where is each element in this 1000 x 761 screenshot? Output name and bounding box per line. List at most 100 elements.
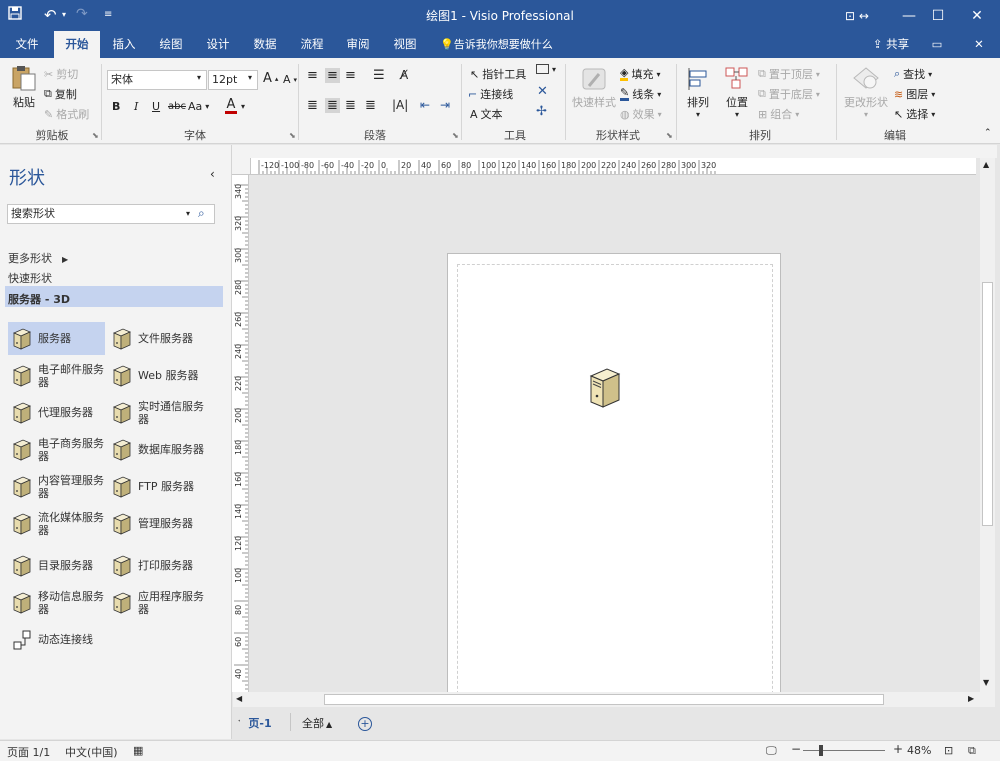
tab-draw[interactable]: 绘图 bbox=[150, 31, 192, 58]
horizontal-ruler[interactable]: -120 -100 -80 -60 -40 -20 0 20 40 60 80 100 120 140 16… bbox=[251, 158, 976, 175]
presentation-mode-icon[interactable]: 🖵 bbox=[766, 744, 777, 758]
underline-button[interactable]: U bbox=[152, 100, 160, 113]
clipboard-launcher-icon[interactable]: ⬊ bbox=[92, 131, 99, 140]
find-button[interactable]: ⌕ 查找 ▾ bbox=[894, 66, 932, 82]
bring-to-front-button[interactable]: ⧉ 置于顶层 ▾ bbox=[758, 66, 820, 82]
server-shape-on-page[interactable] bbox=[587, 366, 623, 410]
align-right-icon[interactable]: ≣ bbox=[345, 98, 356, 113]
stencil-shape-item[interactable]: 打印服务器 bbox=[108, 549, 213, 582]
position-button[interactable]: 位置 ▾ bbox=[724, 66, 750, 119]
justify-icon[interactable]: ≣ bbox=[365, 98, 376, 113]
line-button[interactable]: ✎ 线条 ▾ bbox=[620, 86, 661, 102]
cut-button[interactable]: ✂ 剪切 bbox=[44, 66, 78, 82]
connector-button[interactable]: ⌐ 连接线 bbox=[468, 86, 513, 102]
quick-styles-button[interactable]: 快速样式 bbox=[572, 66, 616, 110]
delete-connector-icon[interactable]: ✕ bbox=[537, 84, 548, 99]
switch-windows-icon[interactable]: ⧉ bbox=[968, 744, 976, 758]
quick-shapes-item[interactable]: 快速形状 bbox=[8, 270, 52, 286]
vertical-ruler[interactable]: 340 320 300 280 260 240 220 200 180 160 140 120 100 8… bbox=[232, 175, 249, 692]
zoom-in-button[interactable]: + bbox=[893, 742, 903, 756]
tab-view[interactable]: 视图 bbox=[384, 31, 426, 58]
align-left-icon[interactable]: ≣ bbox=[307, 98, 318, 113]
drawing-page[interactable] bbox=[447, 253, 781, 692]
layers-button[interactable]: ≋ 图层 ▾ bbox=[894, 86, 935, 102]
change-case-button[interactable]: Aa ▾ bbox=[188, 100, 209, 113]
chevron-down-icon[interactable]: ▾ bbox=[241, 102, 245, 111]
language-status[interactable]: 中文(中国) bbox=[65, 744, 118, 760]
stencil-shape-item[interactable]: 流化媒体服务器 bbox=[8, 507, 105, 540]
stencil-shape-item[interactable]: 移动信息服务器 bbox=[8, 586, 105, 619]
page-tab-1[interactable]: 页-1 bbox=[240, 715, 280, 731]
select-button[interactable]: ↖ 选择 ▾ bbox=[894, 106, 935, 122]
group-button[interactable]: ⊞ 组合 ▾ bbox=[758, 106, 799, 122]
stencil-shape-item[interactable]: 电子商务服务器 bbox=[8, 433, 105, 466]
text-tool-button[interactable]: A 文本 bbox=[470, 106, 503, 122]
tell-me-box[interactable]: 💡告诉我你想要做什么 bbox=[440, 31, 560, 58]
ribbon-display-icon[interactable]: ⊡ ↔ bbox=[838, 0, 876, 31]
scroll-up-icon[interactable]: ▲ bbox=[983, 160, 989, 169]
page-number-status[interactable]: 页面 1/1 bbox=[7, 744, 50, 760]
stencil-shape-item[interactable]: 文件服务器 bbox=[108, 322, 213, 355]
zoom-slider-track[interactable] bbox=[803, 750, 885, 751]
chevron-down-icon[interactable]: ▾ bbox=[248, 73, 252, 82]
collapse-ribbon-chevron-icon[interactable]: ⌃ bbox=[984, 128, 992, 138]
tab-home[interactable]: 开始 bbox=[54, 31, 100, 58]
align-center-icon[interactable]: ≣ bbox=[325, 98, 340, 113]
italic-button[interactable]: I bbox=[134, 100, 138, 113]
decrease-indent-icon[interactable]: ⇤ bbox=[420, 98, 430, 112]
connection-point-icon[interactable]: ✢ bbox=[536, 104, 547, 119]
collapse-ribbon-icon[interactable]: ✕ bbox=[968, 31, 990, 58]
search-shapes-input[interactable]: 搜索形状 bbox=[7, 204, 215, 224]
copy-button[interactable]: ⧉ 复制 bbox=[44, 86, 77, 102]
chevron-down-icon[interactable]: ▾ bbox=[197, 73, 201, 82]
grow-font-button[interactable]: A ▴ bbox=[263, 71, 278, 86]
zoom-slider-thumb[interactable] bbox=[819, 745, 823, 756]
send-to-back-button[interactable]: ⧉ 置于底层 ▾ bbox=[758, 86, 820, 102]
stencil-shape-item[interactable]: 动态连接线 bbox=[8, 623, 105, 656]
align-middle-icon[interactable]: ≡ bbox=[325, 68, 340, 83]
vertical-scroll-thumb[interactable] bbox=[982, 282, 993, 526]
effects-button[interactable]: ◍ 效果 ▾ bbox=[620, 106, 662, 122]
share-button[interactable]: ⇪ 共享 bbox=[866, 31, 916, 58]
stencil-shape-item[interactable]: FTP 服务器 bbox=[108, 470, 213, 503]
pointer-tool-button[interactable]: ↖ 指针工具 bbox=[470, 66, 526, 82]
fit-page-icon[interactable]: ⊡ bbox=[944, 744, 953, 757]
font-name-box[interactable]: 宋体 bbox=[107, 70, 207, 90]
stencil-shape-item[interactable]: 电子邮件服务器 bbox=[8, 359, 105, 392]
font-launcher-icon[interactable]: ⬊ bbox=[289, 131, 296, 140]
drawing-canvas[interactable] bbox=[249, 175, 980, 692]
align-top-icon[interactable]: ≡ bbox=[307, 68, 318, 83]
stencil-shape-item[interactable]: 目录服务器 bbox=[8, 549, 105, 582]
all-pages-button[interactable]: 全部 ▲ bbox=[302, 715, 332, 731]
bold-button[interactable]: B bbox=[112, 100, 120, 113]
strikethrough-button[interactable]: abc bbox=[168, 101, 186, 112]
tab-file[interactable]: 文件 bbox=[6, 31, 48, 58]
change-shape-button[interactable]: 更改形状 ▾ bbox=[844, 66, 888, 119]
shrink-font-button[interactable]: A ▾ bbox=[283, 73, 297, 86]
tab-review[interactable]: 审阅 bbox=[338, 31, 378, 58]
text-rotate-icon[interactable]: A̸ bbox=[400, 68, 408, 82]
more-shapes-item[interactable]: 更多形状 ▶ bbox=[8, 250, 68, 266]
horizontal-scroll-thumb[interactable] bbox=[324, 694, 884, 705]
tab-insert[interactable]: 插入 bbox=[104, 31, 144, 58]
format-painter-button[interactable]: ✎ 格式刷 bbox=[44, 106, 89, 122]
text-direction-icon[interactable]: |A| bbox=[392, 98, 408, 112]
scroll-right-icon[interactable]: ▶ bbox=[968, 694, 974, 703]
stencil-shape-item[interactable]: 实时通信服务器 bbox=[108, 396, 213, 429]
collapse-pane-icon[interactable]: ‹ bbox=[210, 167, 215, 181]
stencil-shape-item[interactable]: 服务器 bbox=[8, 322, 105, 355]
chevron-down-icon[interactable]: ▾ bbox=[186, 209, 190, 218]
add-page-icon[interactable]: + bbox=[358, 717, 372, 731]
rectangle-tool-button[interactable]: ▾ bbox=[536, 64, 556, 74]
stencil-shape-item[interactable]: 应用程序服务器 bbox=[108, 586, 213, 619]
align-button[interactable]: 排列 ▾ bbox=[686, 66, 710, 119]
bullets-icon[interactable]: ☰ bbox=[373, 68, 385, 83]
scroll-down-icon[interactable]: ▼ bbox=[983, 678, 989, 687]
stencil-shape-item[interactable]: Web 服务器 bbox=[108, 359, 213, 392]
tab-process[interactable]: 流程 bbox=[292, 31, 332, 58]
close-button[interactable]: ✕ bbox=[954, 0, 1000, 31]
stencil-shape-item[interactable]: 数据库服务器 bbox=[108, 433, 213, 466]
search-icon[interactable]: ⌕ bbox=[198, 206, 205, 221]
font-color-button[interactable]: A bbox=[225, 98, 237, 114]
paragraph-launcher-icon[interactable]: ⬊ bbox=[452, 131, 459, 140]
